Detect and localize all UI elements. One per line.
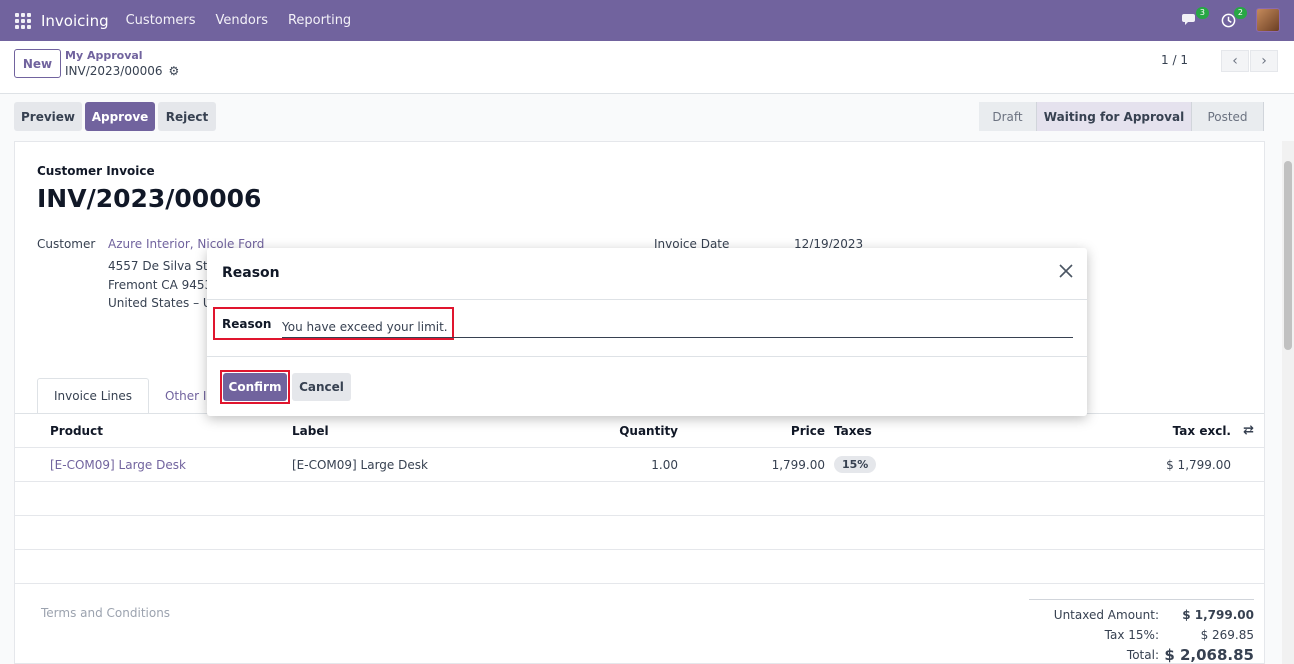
close-icon[interactable] [1058,262,1074,282]
dialog-footer: Confirm Cancel [207,357,1087,416]
reason-input[interactable] [282,316,1073,338]
dialog-title: Reason [222,265,280,281]
dialog-header: Reason [207,248,1087,300]
confirm-button[interactable]: Confirm [223,373,287,401]
reason-dialog: Reason Reason Confirm Cancel [207,248,1087,416]
dialog-body: Reason [207,300,1087,357]
cancel-button[interactable]: Cancel [292,373,351,401]
reason-field-label: Reason [222,317,272,331]
